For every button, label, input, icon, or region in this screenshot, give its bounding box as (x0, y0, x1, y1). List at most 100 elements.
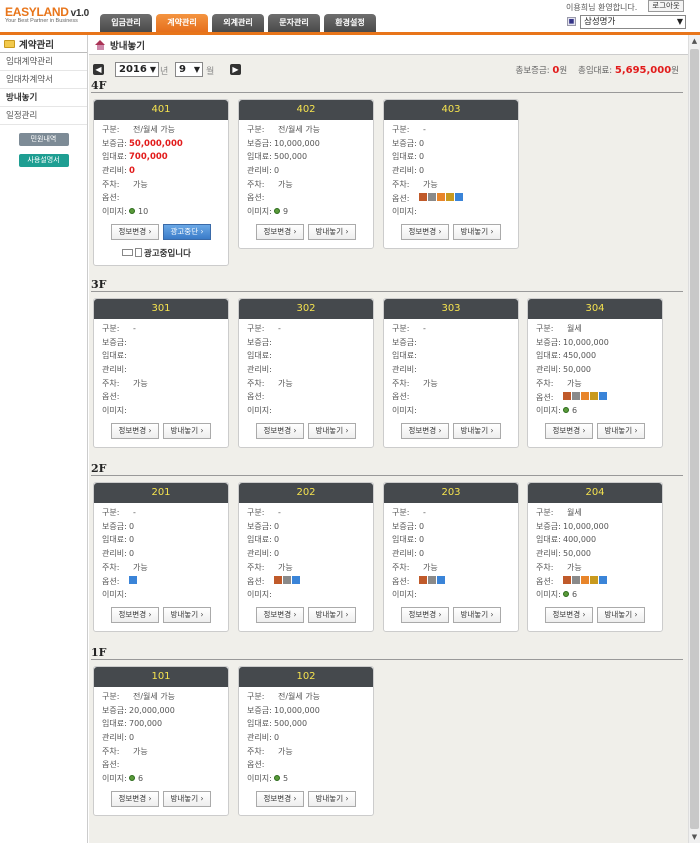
list-room-button[interactable]: 방내놓기 › (308, 790, 356, 807)
room-type-label: 구분: (392, 125, 410, 134)
edit-info-button[interactable]: 정보변경 › (545, 422, 593, 439)
list-room-button[interactable]: 방내놓기 › (163, 790, 211, 807)
room-type-row: 구분: - (94, 322, 228, 336)
edit-info-button[interactable]: 정보변경 › (111, 790, 159, 807)
room-number[interactable]: 403 (384, 100, 518, 120)
room-images-row: 이미지: (94, 588, 228, 602)
sidebar-button-0[interactable]: 민원내역 (18, 133, 69, 146)
option-icon (581, 392, 589, 401)
nav-tab-0[interactable]: 입금관리 (100, 14, 152, 32)
app-logo[interactable]: EASYLAND v1.0 Your Best Partner in Busine… (5, 5, 89, 24)
room-fee-value: 50,000 (563, 549, 591, 559)
room-number[interactable]: 102 (239, 667, 373, 687)
room-number[interactable]: 304 (528, 299, 662, 319)
edit-info-button[interactable]: 정보변경 › (256, 223, 304, 240)
sidebar-item-1[interactable]: 임대차계약서 (0, 71, 87, 89)
edit-info-button[interactable]: 정보변경 › (256, 606, 304, 623)
room-parking-value: 가능 (567, 378, 582, 388)
room-parking-value: 가능 (133, 562, 148, 572)
scrollbar-thumb[interactable] (690, 49, 699, 829)
edit-info-button[interactable]: 정보변경 › (401, 422, 449, 439)
room-type-row: 구분: - (384, 123, 518, 137)
year-select[interactable]: 2016 ▼ (115, 62, 159, 77)
room-type-row: 구분: 전/월세 가능 (239, 690, 373, 704)
image-icon[interactable] (563, 407, 569, 414)
nav-tab-1[interactable]: 계약관리 (156, 14, 208, 32)
room-number[interactable]: 101 (94, 667, 228, 687)
room-number[interactable]: 202 (239, 483, 373, 503)
edit-info-button[interactable]: 정보변경 › (545, 606, 593, 623)
image-icon[interactable] (274, 775, 280, 782)
room-number[interactable]: 401 (94, 100, 228, 120)
edit-info-label: 정보변경 (408, 425, 437, 435)
room-deposit-label: 보증금: (102, 337, 127, 347)
nav-tab-2[interactable]: 외계관리 (212, 14, 264, 32)
room-parking-row: 주차: 가능 (94, 745, 228, 759)
room-parking-row: 주차: 가능 (239, 561, 373, 575)
scroll-down-icon[interactable]: ▼ (689, 831, 700, 843)
list-room-button[interactable]: 방내놓기 › (453, 422, 501, 439)
room-deposit-row: 보증금: (239, 336, 373, 350)
room-number[interactable]: 303 (384, 299, 518, 319)
room-deposit-value: 10,000,000 (274, 138, 320, 148)
edit-info-button[interactable]: 정보변경 › (256, 790, 304, 807)
sidebar-item-2[interactable]: 방내놓기 (0, 89, 87, 107)
edit-info-button[interactable]: 정보변경 › (401, 606, 449, 623)
room-parking-value: 가능 (567, 562, 582, 572)
month-select[interactable]: 9 ▼ (175, 62, 203, 77)
room-deposit-label: 보증금: (392, 138, 417, 148)
list-room-button[interactable]: 방내놓기 › (597, 422, 645, 439)
room-number[interactable]: 203 (384, 483, 518, 503)
scroll-up-icon[interactable]: ▲ (689, 35, 700, 47)
scrollbar[interactable]: ▲ ▼ (688, 35, 700, 843)
room-images-count: 6 (138, 774, 144, 784)
next-month-button[interactable]: ▶ (230, 64, 241, 75)
room-deposit-row: 보증금: 10,000,000 (528, 336, 662, 350)
edit-info-button[interactable]: 정보변경 › (111, 606, 159, 623)
nav-tab-3[interactable]: 문자관리 (268, 14, 320, 32)
image-icon[interactable] (563, 591, 569, 598)
room-rent-label: 임대료: (102, 152, 127, 162)
image-icon[interactable] (129, 775, 135, 782)
room-number[interactable]: 201 (94, 483, 228, 503)
edit-info-button[interactable]: 정보변경 › (111, 422, 159, 439)
sidebar-item-0[interactable]: 임대계약관리 (0, 53, 87, 71)
edit-info-button[interactable]: 정보변경 › (256, 422, 304, 439)
list-room-button[interactable]: 방내놓기 › (597, 606, 645, 623)
room-number[interactable]: 302 (239, 299, 373, 319)
option-icon (581, 576, 589, 585)
room-actions: 정보변경 › 방내놓기 › (528, 602, 662, 628)
edit-info-button[interactable]: 정보변경 › (111, 223, 159, 240)
room-rent-row: 임대료: 450,000 (528, 349, 662, 363)
list-room-button[interactable]: 방내놓기 › (163, 606, 211, 623)
prev-month-button[interactable]: ◀ (93, 64, 104, 75)
list-room-button[interactable]: 방내놓기 › (453, 223, 501, 240)
room-rent-label: 임대료: (247, 152, 272, 162)
room-number[interactable]: 301 (94, 299, 228, 319)
option-icons (419, 191, 464, 205)
room-actions: 정보변경 › 방내놓기 › (384, 418, 518, 444)
room-number[interactable]: 402 (239, 100, 373, 120)
edit-info-button[interactable]: 정보변경 › (401, 223, 449, 240)
company-select[interactable]: 삼성명가 ▼ (580, 15, 686, 29)
sidebar-button-1[interactable]: 사용설명서 (18, 154, 69, 167)
room-parking-row: 주차: 가능 (239, 745, 373, 759)
image-icon[interactable] (129, 208, 135, 215)
list-room-button[interactable]: 방내놓기 › (308, 606, 356, 623)
list-room-label: 방내놓기 (460, 425, 489, 435)
sidebar-item-3[interactable]: 일정관리 (0, 107, 87, 125)
image-icon[interactable] (274, 208, 280, 215)
stop-ad-button[interactable]: 광고중단 › (163, 223, 211, 240)
list-room-button[interactable]: 방내놓기 › (308, 223, 356, 240)
list-room-button[interactable]: 방내놓기 › (453, 606, 501, 623)
logout-button[interactable]: 로그아웃 (648, 0, 684, 12)
list-room-label: 방내놓기 (604, 425, 633, 435)
room-fee-row: 관리비: 50,000 (528, 547, 662, 561)
room-type-row: 구분: 전/월세 가능 (94, 123, 228, 137)
room-number[interactable]: 204 (528, 483, 662, 503)
room-deposit-label: 보증금: (392, 337, 417, 347)
nav-tab-4[interactable]: 환경설정 (324, 14, 376, 32)
list-room-button[interactable]: 방내놓기 › (163, 422, 211, 439)
list-room-button[interactable]: 방내놓기 › (308, 422, 356, 439)
room-fee-label: 관리비: (247, 549, 272, 559)
